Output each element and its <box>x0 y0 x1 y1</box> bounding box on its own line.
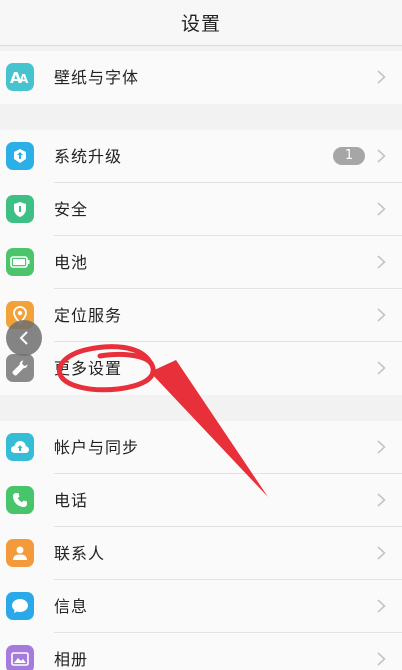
font-icon: AA <box>6 63 34 91</box>
page-title: 设置 <box>180 13 221 35</box>
chevron-left-icon <box>19 331 28 345</box>
settings-item-label: 帐户与同步 <box>54 438 140 457</box>
settings-item-more-settings[interactable]: 更多设置 <box>0 342 402 395</box>
settings-item-label: 定位服务 <box>54 306 123 325</box>
chevron-right-icon <box>377 149 386 163</box>
settings-item-label: 安全 <box>54 200 89 219</box>
chevron-right-icon <box>377 308 386 322</box>
svg-text:A: A <box>19 72 29 85</box>
settings-item-label: 更多设置 <box>54 359 123 378</box>
phone-icon <box>6 486 34 514</box>
settings-item-label: 壁纸与字体 <box>54 68 140 87</box>
settings-item-location[interactable]: 定位服务 <box>0 289 402 342</box>
settings-item-label: 系统升级 <box>54 147 123 166</box>
chevron-right-icon <box>377 255 386 269</box>
group-system: 系统升级 安全 电池 定位服务 更多设置 <box>0 130 402 395</box>
settings-item-wallpaper-font[interactable]: AA 壁纸与字体 <box>0 51 402 104</box>
settings-item-label: 相册 <box>54 650 89 669</box>
chevron-right-icon <box>377 493 386 507</box>
settings-item-accounts-sync[interactable]: 帐户与同步 <box>0 421 402 474</box>
chevron-right-icon <box>377 202 386 216</box>
group-apps: 帐户与同步 电话 联系人 信息 相册 <box>0 421 402 670</box>
chevron-right-icon <box>377 546 386 560</box>
title-bar: 设置 <box>0 0 402 46</box>
update-count-badge: 1 <box>333 147 365 165</box>
group-display: AA 壁纸与字体 <box>0 51 402 104</box>
battery-icon <box>6 248 34 276</box>
cloud-sync-icon <box>6 433 34 461</box>
settings-item-messages[interactable]: 信息 <box>0 580 402 633</box>
settings-item-label: 电池 <box>54 253 89 272</box>
settings-item-battery[interactable]: 电池 <box>0 236 402 289</box>
settings-item-label: 联系人 <box>54 544 106 563</box>
settings-item-album[interactable]: 相册 <box>0 633 402 670</box>
settings-item-label: 电话 <box>54 491 89 510</box>
contacts-icon <box>6 539 34 567</box>
chevron-right-icon <box>377 599 386 613</box>
chevron-right-icon <box>377 440 386 454</box>
settings-item-contacts[interactable]: 联系人 <box>0 527 402 580</box>
settings-item-security[interactable]: 安全 <box>0 183 402 236</box>
message-icon <box>6 592 34 620</box>
album-icon <box>6 645 34 670</box>
settings-item-label: 信息 <box>54 597 89 616</box>
settings-item-phone[interactable]: 电话 <box>0 474 402 527</box>
wrench-icon <box>6 354 34 382</box>
chevron-right-icon <box>377 70 386 84</box>
chevron-right-icon <box>377 361 386 375</box>
system-upgrade-icon <box>6 142 34 170</box>
security-shield-icon <box>6 195 34 223</box>
floating-back-button[interactable] <box>6 320 42 356</box>
chevron-right-icon <box>377 652 386 666</box>
